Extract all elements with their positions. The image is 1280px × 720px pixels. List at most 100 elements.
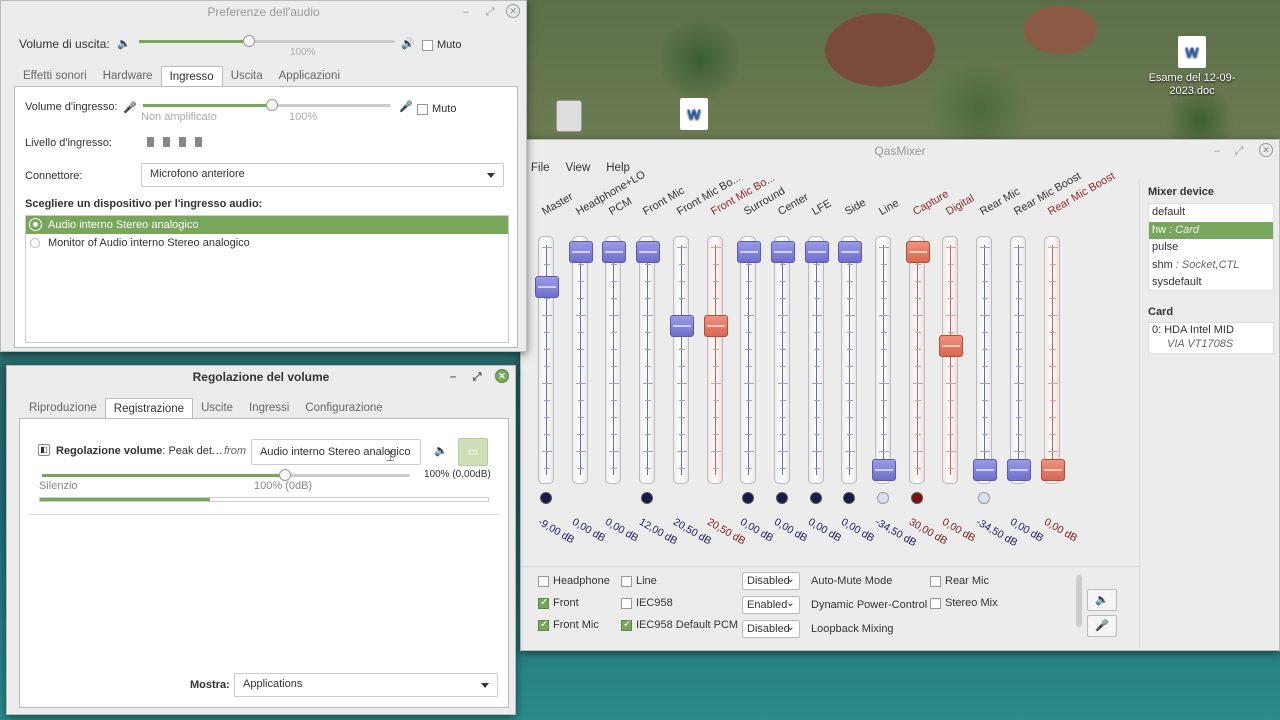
- checkbox[interactable]: [538, 619, 549, 631]
- tab-hardware[interactable]: Hardware: [95, 66, 161, 87]
- slider-handle[interactable]: [703, 315, 728, 338]
- tab-uscita[interactable]: Uscita: [223, 66, 271, 87]
- channel-slider[interactable]: [804, 236, 829, 484]
- maximize-icon[interactable]: ⤢: [469, 366, 485, 388]
- switch-checkbox[interactable]: Rear Mic: [930, 575, 989, 587]
- slider-handle[interactable]: [636, 241, 661, 263]
- enum-select[interactable]: Disabled: [742, 620, 800, 638]
- slider-handle[interactable]: [939, 334, 964, 357]
- switch-checkbox[interactable]: IEC958: [621, 597, 673, 609]
- switch-checkbox[interactable]: Stereo Mix: [930, 597, 998, 609]
- slider-handle[interactable]: [568, 241, 593, 263]
- channel-slider[interactable]: [568, 236, 593, 484]
- slider-handle[interactable]: [737, 241, 762, 263]
- device-row-selected[interactable]: Audio interno Stereo analogico: [26, 216, 508, 234]
- switch-led[interactable]: [641, 492, 654, 504]
- switch-led[interactable]: [910, 492, 923, 504]
- channel-slider[interactable]: [973, 236, 998, 484]
- connector-select[interactable]: Microfono anteriore: [141, 163, 504, 187]
- speaker-icon[interactable]: 🔈: [1087, 589, 1117, 611]
- slider-handle[interactable]: [838, 241, 863, 263]
- tab-ingressi[interactable]: Ingressi: [241, 398, 297, 419]
- input-volume-slider[interactable]: [143, 99, 391, 111]
- checkbox[interactable]: [621, 619, 632, 631]
- switch-led[interactable]: [775, 492, 788, 504]
- checkbox[interactable]: [538, 597, 549, 609]
- scrollbar[interactable]: [1076, 575, 1082, 627]
- card-item[interactable]: 0: HDA Intel MID: [1149, 323, 1273, 337]
- channel-slider[interactable]: [905, 236, 930, 484]
- tab-registrazione[interactable]: Registrazione: [104, 398, 194, 419]
- device-item[interactable]: sysdefault: [1149, 274, 1273, 292]
- channel-slider[interactable]: [939, 236, 964, 484]
- close-icon[interactable]: ✕: [495, 369, 509, 383]
- switch-checkbox[interactable]: IEC958 Default PCM: [621, 619, 738, 631]
- switch-checkbox[interactable]: Front: [538, 597, 579, 609]
- switch-checkbox[interactable]: Headphone: [538, 575, 610, 587]
- channel-slider[interactable]: [669, 236, 694, 484]
- minimize-icon[interactable]: –: [458, 1, 474, 23]
- slider-handle[interactable]: [872, 459, 896, 481]
- switch-led[interactable]: [742, 492, 755, 504]
- maximize-icon[interactable]: ⤢: [482, 1, 498, 23]
- slider-handle[interactable]: [804, 241, 829, 263]
- output-mute-checkbox[interactable]: Muto: [422, 39, 461, 51]
- switch-checkbox[interactable]: Line: [621, 575, 657, 587]
- menu-view[interactable]: View: [558, 160, 601, 178]
- channel-slider[interactable]: [636, 236, 661, 484]
- tab-effetti-sonori[interactable]: Effetti sonori: [15, 66, 95, 87]
- channel-slider[interactable]: [602, 236, 627, 484]
- device-item[interactable]: shm: Socket,CTL: [1149, 257, 1273, 275]
- source-select[interactable]: Audio interno Stereo analogico: [251, 439, 421, 465]
- enum-select[interactable]: Enabled: [742, 596, 800, 614]
- checkbox[interactable]: [621, 597, 632, 609]
- channel-slider[interactable]: [535, 236, 559, 484]
- channel-slider[interactable]: [1040, 236, 1065, 484]
- switch-led[interactable]: [843, 492, 856, 504]
- slider-handle[interactable]: [1006, 459, 1031, 481]
- checkbox[interactable]: [621, 575, 632, 587]
- tab-configurazione[interactable]: Configurazione: [297, 398, 390, 419]
- channel-slider[interactable]: [770, 236, 795, 484]
- minimize-icon[interactable]: –: [1209, 140, 1225, 162]
- checkbox[interactable]: [930, 575, 941, 587]
- tab-applicazioni[interactable]: Applicazioni: [271, 66, 348, 87]
- device-row[interactable]: Monitor of Audio interno Stereo analogic…: [26, 234, 508, 252]
- channel-slider[interactable]: [703, 236, 728, 484]
- slider-handle[interactable]: [905, 241, 930, 263]
- minimize-icon[interactable]: –: [445, 366, 461, 388]
- tab-ingresso[interactable]: Ingresso: [160, 66, 223, 87]
- show-select[interactable]: Applications: [234, 673, 498, 697]
- mute-icon[interactable]: 🔈: [434, 444, 448, 457]
- slider-handle[interactable]: [1040, 459, 1065, 481]
- slider-handle[interactable]: [535, 275, 559, 298]
- channel-slider[interactable]: [872, 236, 896, 484]
- enum-select[interactable]: Disabled: [742, 572, 800, 590]
- channel-slider[interactable]: [838, 236, 863, 484]
- channel-slider[interactable]: [737, 236, 762, 484]
- desktop-file-esame[interactable]: W Esame del 12-09-2023.doc: [1140, 36, 1244, 98]
- microphone-icon[interactable]: 🎤: [1087, 615, 1117, 637]
- channel-slider[interactable]: [1006, 236, 1031, 484]
- switch-led[interactable]: [809, 492, 822, 504]
- close-icon[interactable]: ✕: [1259, 143, 1273, 157]
- slider-handle[interactable]: [602, 241, 627, 263]
- slider-handle[interactable]: [973, 459, 998, 481]
- switch-led[interactable]: [540, 492, 552, 504]
- switch-checkbox[interactable]: Front Mic: [538, 619, 599, 631]
- tab-riproduzione[interactable]: Riproduzione: [21, 398, 105, 419]
- word-document-icon[interactable]: W: [680, 98, 708, 130]
- slider-handle[interactable]: [770, 241, 795, 263]
- switch-led[interactable]: [877, 492, 889, 504]
- maximize-icon[interactable]: ⤢: [1231, 140, 1247, 162]
- checkbox[interactable]: [930, 597, 941, 609]
- device-item[interactable]: pulse: [1149, 239, 1273, 257]
- stream-volume-slider[interactable]: [42, 469, 410, 481]
- tab-uscite[interactable]: Uscite: [193, 398, 241, 419]
- disk-icon[interactable]: [556, 100, 582, 132]
- slider-handle[interactable]: [669, 315, 694, 338]
- close-icon[interactable]: ✕: [506, 4, 520, 18]
- output-volume-slider[interactable]: [139, 35, 395, 47]
- device-item[interactable]: hw: Card: [1149, 221, 1273, 239]
- checkbox[interactable]: [538, 575, 549, 587]
